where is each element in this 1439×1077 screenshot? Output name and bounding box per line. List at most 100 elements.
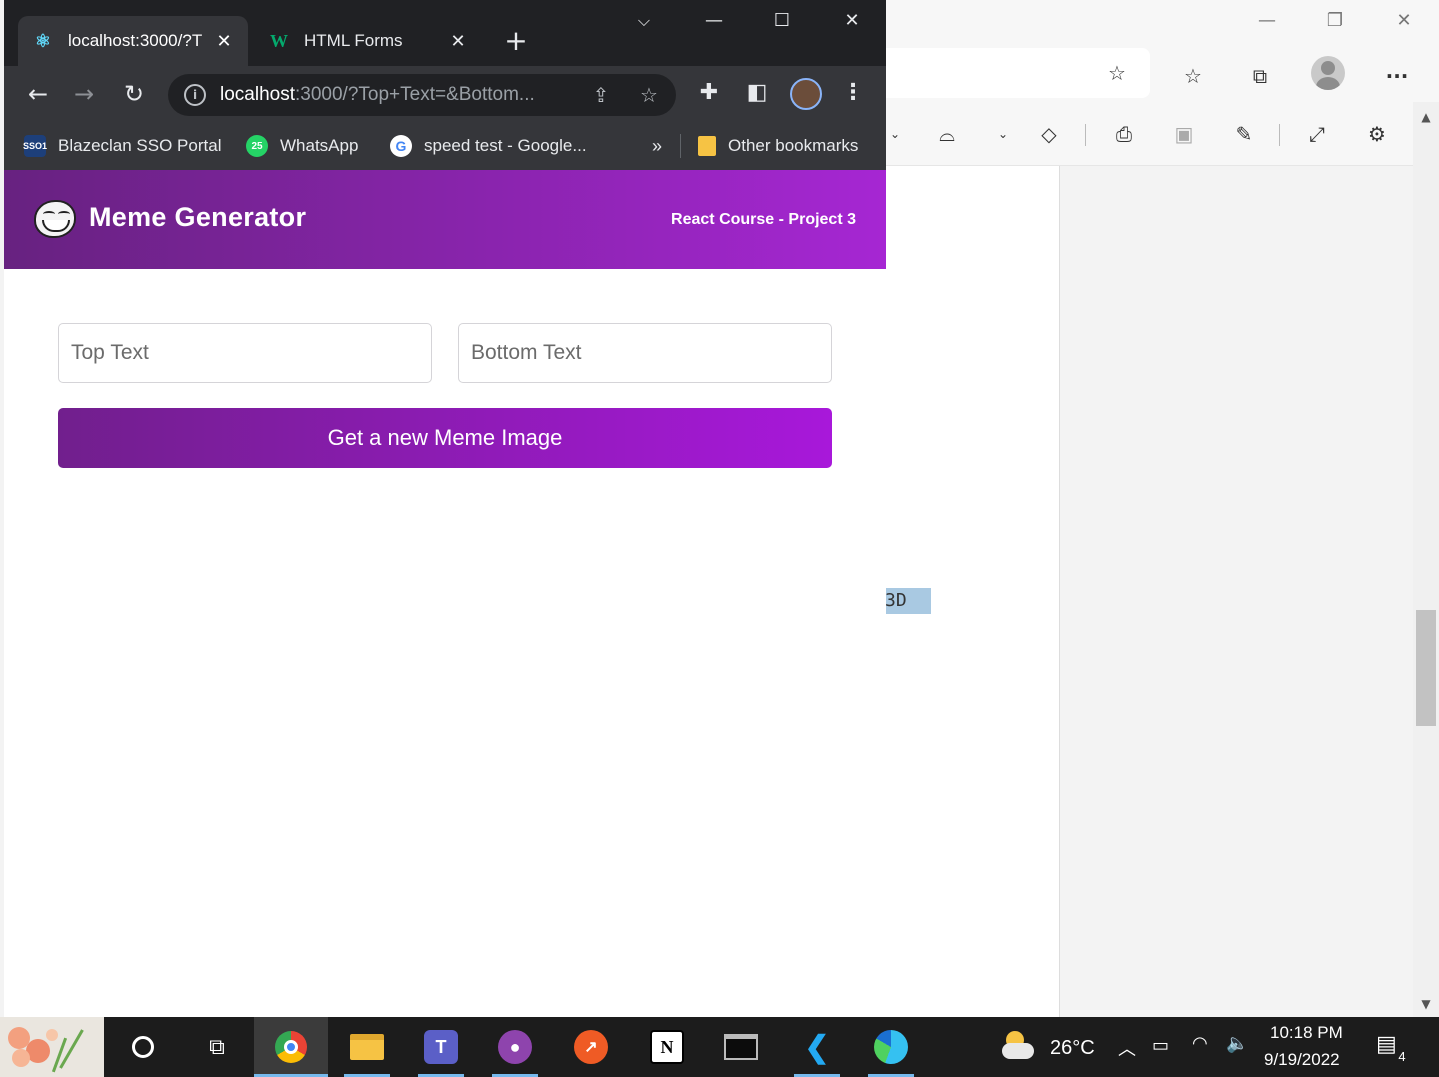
scroll-down-icon[interactable]: ▼: [1413, 997, 1439, 1011]
tab-html-forms[interactable]: W HTML Forms ✕: [254, 16, 482, 66]
meme-generator-page: Meme Generator React Course - Project 3 …: [4, 170, 886, 1017]
tab-search-icon[interactable]: ⌵: [624, 6, 664, 36]
w3schools-icon: W: [270, 30, 288, 51]
top-text-input[interactable]: [58, 323, 432, 383]
pdf-scrollbar[interactable]: ▲ ▼: [1413, 102, 1439, 1017]
clock-date[interactable]: 9/19/2022: [1264, 1050, 1340, 1070]
react-logo-icon: ⚛: [34, 30, 52, 51]
get-meme-button[interactable]: Get a new Meme Image: [58, 408, 832, 468]
save-as-icon[interactable]: ✎: [1226, 116, 1262, 152]
terminal-icon[interactable]: [704, 1017, 778, 1077]
share-icon[interactable]: ⇪: [588, 82, 614, 108]
pdf-page: 3D: [885, 166, 1060, 1017]
url-text[interactable]: localhost:3000/?Top+Text=&Bottom...: [220, 84, 580, 106]
windows-taskbar: ⧉ T ● ↗ N ❮ 26°C ︿ ▭ ◠ 🔈 10:18 PM 9/19/2…: [0, 1017, 1439, 1077]
bookmark-speed-test[interactable]: G speed test - Google...: [390, 132, 587, 160]
weather-temperature[interactable]: 26°C: [1050, 1037, 1095, 1060]
tab-title: localhost:3000/?T: [68, 31, 203, 50]
address-bar[interactable]: i localhost:3000/?Top+Text=&Bottom... ⇪ …: [168, 74, 676, 116]
close-window-button[interactable]: ✕: [832, 6, 872, 36]
troll-face-icon: [34, 200, 76, 238]
search-icon[interactable]: [106, 1017, 180, 1077]
bottom-text-input[interactable]: [458, 323, 832, 383]
sso-icon: SSO1: [23, 135, 47, 157]
show-hidden-icons-chevron-icon[interactable]: ︿: [1118, 1035, 1136, 1061]
github-desktop-icon[interactable]: ●: [478, 1017, 552, 1077]
new-tab-button[interactable]: +: [500, 26, 532, 58]
edge-address-bar[interactable]: ☆: [885, 48, 1150, 98]
edge-restore-button[interactable]: ❐: [1318, 6, 1352, 36]
close-tab-icon[interactable]: ✕: [214, 31, 234, 52]
app-header: Meme Generator React Course - Project 3: [4, 170, 886, 269]
site-info-icon[interactable]: i: [184, 84, 206, 106]
bookmark-label: Other bookmarks: [728, 136, 859, 155]
bookmark-blazeclan[interactable]: SSO1 Blazeclan SSO Portal: [23, 132, 222, 160]
app-title: Meme Generator: [89, 202, 307, 232]
notification-count-badge: 4: [1394, 1049, 1410, 1064]
bookmarks-bar: SSO1 Blazeclan SSO Portal 25 WhatsApp G …: [4, 122, 886, 170]
whatsapp-icon: 25: [246, 135, 268, 157]
more-bookmarks-button[interactable]: »: [652, 132, 662, 160]
tab-title: HTML Forms: [304, 31, 403, 50]
bookmark-label: Blazeclan SSO Portal: [58, 136, 222, 155]
pdf-toolbar: ⌄ ⌓ ⌄ ◇ ⎙ ▣ ✎ ⤢ ⚙: [885, 102, 1439, 166]
save-icon[interactable]: ▣: [1166, 116, 1202, 152]
pdf-highlighted-text: 3D: [885, 588, 931, 614]
toolbar-divider: [1279, 124, 1280, 146]
edge-more-icon[interactable]: ···: [1377, 56, 1417, 96]
notion-icon[interactable]: N: [630, 1017, 704, 1077]
favorites-icon[interactable]: ☆: [1173, 56, 1213, 96]
edge-profile-avatar[interactable]: [1311, 56, 1345, 90]
minimize-button[interactable]: —: [694, 6, 734, 36]
postman-icon[interactable]: ↗: [554, 1017, 628, 1077]
wifi-icon[interactable]: ◠: [1192, 1033, 1208, 1054]
edge-taskbar-icon[interactable]: [854, 1017, 928, 1077]
edge-close-button[interactable]: ✕: [1387, 6, 1421, 36]
close-tab-icon[interactable]: ✕: [448, 31, 468, 52]
edge-address-row: ☆ ☆ ⧉ ···: [885, 44, 1439, 102]
volume-icon[interactable]: 🔈: [1226, 1033, 1248, 1054]
side-panel-icon[interactable]: ◧: [742, 78, 772, 108]
folder-icon: [698, 136, 716, 156]
clock-time[interactable]: 10:18 PM: [1270, 1023, 1343, 1043]
print-icon[interactable]: ⎙: [1106, 116, 1142, 152]
back-arrow-icon[interactable]: ←: [20, 76, 56, 112]
tab-localhost[interactable]: ⚛ localhost:3000/?T ✕: [18, 16, 248, 66]
forward-arrow-icon[interactable]: →: [66, 76, 102, 112]
reload-icon[interactable]: ↻: [116, 76, 152, 112]
maximize-button[interactable]: ☐: [762, 6, 802, 36]
chevron-down-icon[interactable]: ⌄: [985, 116, 1021, 152]
extensions-puzzle-icon[interactable]: ✚: [694, 78, 724, 108]
chrome-taskbar-icon[interactable]: [254, 1017, 328, 1077]
weather-cloudy-icon[interactable]: [1000, 1029, 1036, 1065]
file-explorer-icon[interactable]: [330, 1017, 404, 1077]
teams-icon[interactable]: T: [404, 1017, 478, 1077]
bookmark-star-icon[interactable]: ☆: [636, 82, 662, 108]
flower-wallpaper-thumbnail[interactable]: [0, 1017, 106, 1077]
app-subtitle: React Course - Project 3: [671, 211, 856, 228]
profile-avatar[interactable]: [790, 78, 822, 110]
edge-minimize-button[interactable]: —: [1250, 6, 1284, 36]
task-view-icon[interactable]: ⧉: [180, 1017, 254, 1077]
edge-titlebar: — ❐ ✕: [885, 0, 1439, 44]
toolbar-divider: [1085, 124, 1086, 146]
scroll-up-icon[interactable]: ▲: [1413, 110, 1439, 124]
chrome-menu-icon[interactable]: ⋮: [838, 78, 868, 108]
chevron-down-icon[interactable]: ⌄: [885, 116, 905, 152]
fullscreen-icon[interactable]: ⤢: [1299, 116, 1335, 152]
bookmarks-divider: [680, 134, 681, 158]
other-bookmarks-folder[interactable]: Other bookmarks: [698, 132, 858, 160]
bookmark-whatsapp[interactable]: 25 WhatsApp: [246, 132, 358, 160]
chrome-toolbar: ← → ↻ i localhost:3000/?Top+Text=&Bottom…: [4, 66, 886, 122]
chrome-browser-window: ⚛ localhost:3000/?T ✕ W HTML Forms ✕ + ⌵…: [4, 0, 886, 1017]
highlight-icon[interactable]: ⌓: [929, 116, 965, 152]
settings-gear-icon[interactable]: ⚙: [1359, 116, 1395, 152]
eraser-icon[interactable]: ◇: [1031, 116, 1067, 152]
scroll-thumb[interactable]: [1416, 610, 1436, 726]
collections-icon[interactable]: ⧉: [1240, 56, 1280, 96]
add-favorite-icon[interactable]: ☆: [1097, 53, 1137, 93]
google-icon: G: [390, 135, 412, 157]
battery-icon[interactable]: ▭: [1152, 1035, 1169, 1056]
tab-strip: ⚛ localhost:3000/?T ✕ W HTML Forms ✕ + ⌵…: [4, 0, 886, 66]
vscode-icon[interactable]: ❮: [780, 1017, 854, 1077]
